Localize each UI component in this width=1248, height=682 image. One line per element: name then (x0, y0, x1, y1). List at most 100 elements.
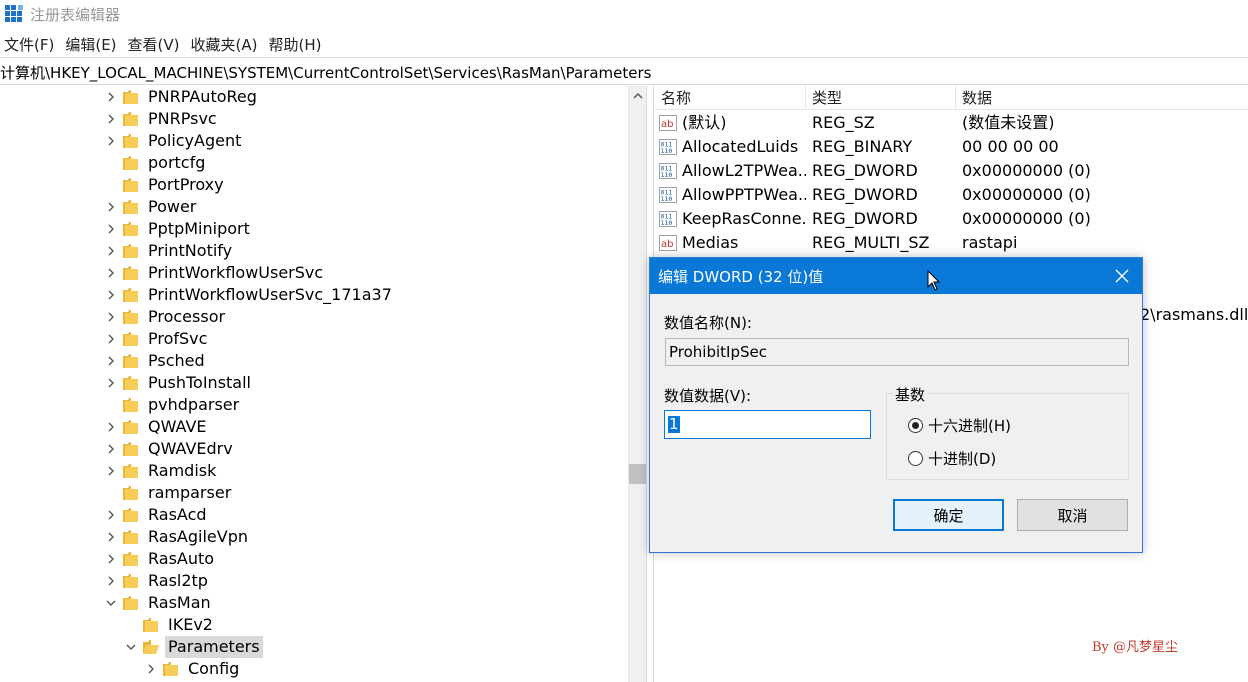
menu-view[interactable]: 查看(V) (124, 33, 187, 57)
tree-item-label[interactable]: PolicyAgent (145, 130, 244, 152)
chevron-right-icon[interactable] (104, 504, 118, 526)
tree-item[interactable]: Parameters (124, 636, 263, 658)
tree-item[interactable]: Config (144, 658, 242, 680)
radio-hex-button[interactable] (908, 418, 923, 433)
chevron-down-icon[interactable] (104, 592, 118, 614)
tree-item[interactable]: PolicyAgent (104, 130, 244, 152)
menu-favorites[interactable]: 收藏夹(A) (187, 33, 265, 57)
close-icon[interactable] (1112, 266, 1132, 286)
tree-item-label[interactable]: PortProxy (145, 174, 227, 196)
tree-item-label[interactable]: PrintNotify (145, 240, 235, 262)
chevron-right-icon[interactable] (104, 262, 118, 284)
tree-item-label[interactable]: RasAcd (145, 504, 210, 526)
radio-dec-label[interactable]: 十进制(D) (928, 448, 996, 469)
value-name[interactable]: AllowPPTPWea... (682, 183, 806, 207)
value-name[interactable]: Medias (682, 231, 806, 255)
tree-item-label[interactable]: ProfSvc (145, 328, 210, 350)
tree-item[interactable]: PNRPsvc (104, 108, 220, 130)
tree-item[interactable]: PushToInstall (104, 372, 254, 394)
tree-item-label[interactable]: Processor (145, 306, 228, 328)
tree-item-label[interactable]: PrintWorkflowUserSvc (145, 262, 326, 284)
chevron-right-icon[interactable] (104, 548, 118, 570)
tree-item[interactable]: PNRPAutoReg (104, 86, 260, 108)
tree-item[interactable]: PrintWorkflowUserSvc (104, 262, 326, 284)
tree-item-label[interactable]: PrintWorkflowUserSvc_171a37 (145, 284, 395, 306)
scroll-thumb[interactable] (629, 464, 647, 484)
value-name[interactable]: AllocatedLuids (682, 135, 806, 159)
value-name[interactable]: AllowL2TPWea... (682, 159, 806, 183)
tree-item-label[interactable]: Power (145, 196, 199, 218)
list-row[interactable]: 011 110 AllocatedLuids REG_BINARY 00 00 00 0… (655, 135, 1248, 159)
tree-item[interactable]: ramparser (104, 482, 234, 504)
tree-item[interactable]: RasMan (104, 592, 214, 614)
tree-item-label[interactable]: portcfg (145, 152, 208, 174)
tree-item[interactable]: PortProxy (104, 174, 227, 196)
tree-item[interactable]: Power (104, 196, 199, 218)
value-name[interactable]: (默认) (682, 111, 806, 135)
registry-key-tree[interactable]: PNRPAutoReg PNRPsvc PolicyAgent portcfg Port… (0, 86, 628, 682)
scroll-up-icon[interactable] (629, 86, 647, 104)
tree-item-label[interactable]: Ramdisk (145, 460, 219, 482)
column-name[interactable]: 名称 (655, 86, 806, 110)
tree-item-label[interactable]: RasAuto (145, 548, 217, 570)
radio-dec-button[interactable] (908, 451, 923, 466)
tree-item[interactable]: Processor (104, 306, 228, 328)
menu-file[interactable]: 文件(F) (0, 33, 61, 57)
tree-item-label[interactable]: Config (185, 658, 242, 680)
chevron-right-icon[interactable] (104, 526, 118, 548)
address-path[interactable]: 计算机\HKEY_LOCAL_MACHINE\SYSTEM\CurrentCon… (0, 62, 651, 83)
tree-item[interactable]: PptpMiniport (104, 218, 253, 240)
tree-item[interactable]: QWAVE (104, 416, 210, 438)
radio-hex-label[interactable]: 十六进制(H) (928, 415, 1011, 436)
tree-item[interactable]: RasAuto (104, 548, 217, 570)
tree-scrollbar[interactable] (628, 86, 647, 682)
dialog-title-bar[interactable]: 编辑 DWORD (32 位)值 (650, 258, 1142, 294)
menu-edit[interactable]: 编辑(E) (61, 33, 123, 57)
chevron-right-icon[interactable] (104, 570, 118, 592)
tree-item-label[interactable]: QWAVE (145, 416, 210, 438)
chevron-right-icon[interactable] (104, 350, 118, 372)
tree-item[interactable]: RasAcd (104, 504, 210, 526)
column-type[interactable]: 类型 (806, 86, 956, 110)
ok-button[interactable]: 确定 (893, 499, 1004, 531)
address-bar[interactable]: 计算机\HKEY_LOCAL_MACHINE\SYSTEM\CurrentCon… (0, 57, 1248, 85)
tree-item[interactable]: pvhdparser (104, 394, 242, 416)
radio-dec[interactable]: 十进制(D) (908, 448, 996, 469)
list-row[interactable]: 011 110 AllowPPTPWea... REG_DWORD 0x00000000… (655, 183, 1248, 207)
tree-item-label[interactable]: PptpMiniport (145, 218, 253, 240)
tree-item-label[interactable]: PNRPsvc (145, 108, 220, 130)
tree-item[interactable]: IKEv2 (124, 614, 216, 636)
tree-item[interactable]: ProfSvc (104, 328, 210, 350)
chevron-right-icon[interactable] (104, 372, 118, 394)
menu-help[interactable]: 帮助(H) (264, 33, 328, 57)
value-data-input[interactable]: 1 (664, 410, 871, 439)
tree-item-label[interactable]: PushToInstall (145, 372, 254, 394)
radio-hex[interactable]: 十六进制(H) (908, 415, 1011, 436)
tree-item[interactable]: portcfg (104, 152, 208, 174)
chevron-right-icon[interactable] (104, 196, 118, 218)
list-row[interactable]: ab (默认) REG_SZ (数值未设置) (655, 111, 1248, 135)
tree-item[interactable]: PrintWorkflowUserSvc_171a37 (104, 284, 395, 306)
tree-item[interactable]: Psched (104, 350, 208, 372)
chevron-right-icon[interactable] (104, 240, 118, 262)
chevron-right-icon[interactable] (104, 416, 118, 438)
list-row[interactable]: 011 110 AllowL2TPWea... REG_DWORD 0x00000000… (655, 159, 1248, 183)
tree-item-label[interactable]: Parameters (165, 636, 263, 658)
tree-item-label[interactable]: RasMan (145, 592, 214, 614)
column-data[interactable]: 数据 (956, 86, 1248, 110)
chevron-right-icon[interactable] (104, 328, 118, 350)
tree-item[interactable]: PrintNotify (104, 240, 235, 262)
tree-item-label[interactable]: Rasl2tp (145, 570, 211, 592)
chevron-right-icon[interactable] (104, 130, 118, 152)
chevron-right-icon[interactable] (144, 658, 158, 680)
list-row[interactable]: ab Medias REG_MULTI_SZ rastapi (655, 231, 1248, 255)
list-row[interactable]: 011 110 KeepRasConne... REG_DWORD 0x00000000… (655, 207, 1248, 231)
tree-item-label[interactable]: ramparser (145, 482, 234, 504)
value-data-text[interactable]: 1 (668, 416, 680, 433)
tree-item-label[interactable]: RasAgileVpn (145, 526, 251, 548)
tree-item[interactable]: Rasl2tp (104, 570, 211, 592)
chevron-right-icon[interactable] (104, 460, 118, 482)
chevron-right-icon[interactable] (104, 218, 118, 240)
tree-item-label[interactable]: IKEv2 (165, 614, 216, 636)
tree-item[interactable]: QWAVEdrv (104, 438, 236, 460)
